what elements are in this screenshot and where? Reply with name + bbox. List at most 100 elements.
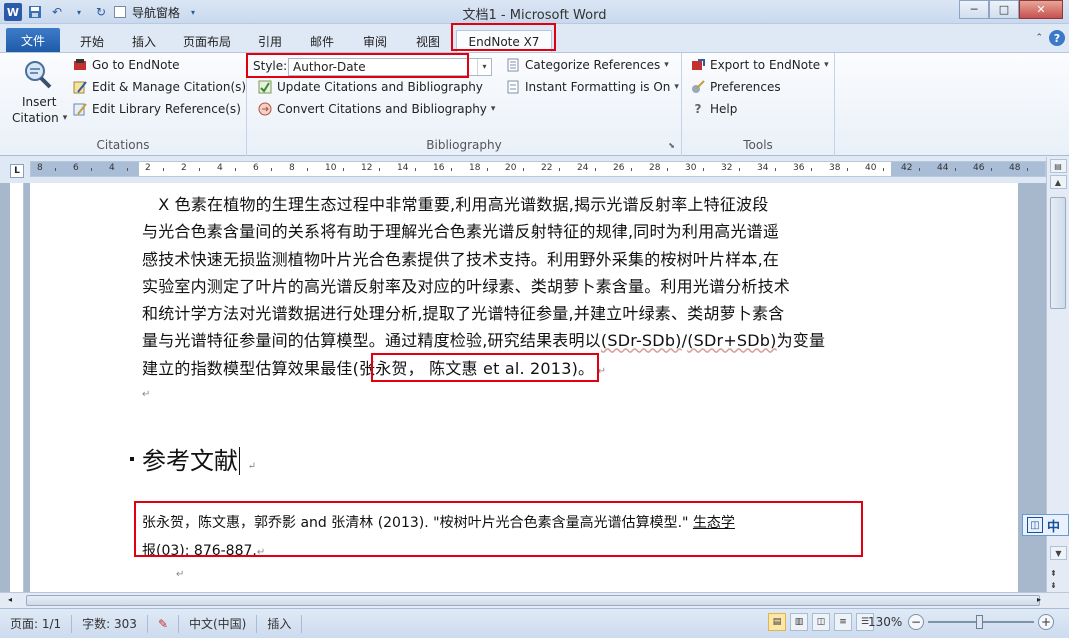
tab-insert[interactable]: 插入 [122, 30, 166, 52]
reference-journal: 报 [142, 543, 156, 559]
language-text: 中文(中国) [189, 617, 247, 631]
print-layout-icon[interactable]: ▤ [768, 613, 786, 631]
vertical-scroll-thumb[interactable] [1050, 197, 1066, 309]
heading-text: 参考文献 [142, 447, 238, 475]
scroll-left-icon[interactable]: ◂ [8, 595, 12, 604]
language-indicator[interactable]: 中文(中国) [179, 614, 258, 633]
convert-icon [257, 101, 273, 117]
ruler-tick [307, 168, 308, 171]
instant-formatting-button[interactable]: Instant Formatting is On ▾ [505, 79, 679, 95]
word-count-text: 字数: 303 [82, 617, 137, 631]
style-label: Style: [253, 59, 287, 73]
outline-icon[interactable]: ≡ [834, 613, 852, 631]
minimize-ribbon-icon[interactable]: ⌃ [1035, 33, 1043, 43]
update-citations-label: Update Citations and Bibliography [277, 80, 483, 94]
ruler-tick [127, 168, 128, 171]
ruler-number: 12 [361, 163, 373, 173]
ruler-tick [415, 168, 416, 171]
para-text: 为变量 [776, 331, 826, 351]
ruler-number: 4 [109, 163, 115, 173]
zoom-in-icon[interactable]: + [1038, 614, 1054, 630]
ruler-toggle-icon[interactable]: ▤ [1049, 159, 1067, 173]
preferences-button[interactable]: Preferences [690, 79, 781, 95]
references-heading[interactable]: 参考文献 ↵ [142, 441, 256, 476]
edit-library-icon [72, 101, 88, 117]
insert-citation-button[interactable]: Insert [22, 95, 56, 109]
ime-indicator[interactable]: ◫ 中 [1022, 514, 1069, 536]
export-to-endnote-button[interactable]: Export to EndNote ▾ [690, 57, 829, 73]
web-layout-icon[interactable]: ◫ [812, 613, 830, 631]
ruler-number: 42 [901, 163, 913, 173]
in-text-citation[interactable]: (张永贺， 陈文惠 et al. 2013) [353, 359, 578, 378]
edit-manage-citations-button[interactable]: Edit & Manage Citation(s) [72, 79, 246, 95]
tab-references[interactable]: 引用 [248, 30, 292, 52]
horizontal-scroll-thumb[interactable] [26, 595, 1040, 606]
scroll-down-icon[interactable]: ▼ [1050, 546, 1067, 560]
close-button[interactable]: ✕ [1019, 0, 1063, 19]
horizontal-ruler[interactable]: 8 6 4 2 2 4 6 8 10 12 14 16 18 20 22 24 26 28 30 32 34 36 38 40… [30, 161, 1046, 177]
ruler-number: 6 [253, 163, 259, 173]
ruler-right-margin [891, 162, 1045, 176]
body-paragraph[interactable]: X 色素在植物的生理生态过程中非常重要,利用高光谱数据,揭示光谱反射率上特征波段… [142, 191, 862, 385]
go-to-endnote-button[interactable]: Go to EndNote [72, 57, 180, 73]
insert-citation-icon[interactable] [22, 59, 54, 91]
tab-file[interactable]: 文件 [6, 28, 60, 52]
vertical-ruler [10, 183, 24, 592]
insert-mode[interactable]: 插入 [257, 614, 303, 633]
zoom-slider-thumb[interactable] [976, 615, 983, 629]
convert-citations-button[interactable]: Convert Citations and Bibliography ▾ [257, 101, 495, 117]
ruler-number: 16 [433, 163, 445, 173]
tab-view[interactable]: 视图 [406, 30, 450, 52]
edit-library-reference-button[interactable]: Edit Library Reference(s) [72, 101, 241, 117]
document-page[interactable]: X 色素在植物的生理生态过程中非常重要,利用高光谱数据,揭示光谱反射率上特征波段… [30, 183, 1018, 592]
minimize-button[interactable]: ─ [959, 0, 989, 19]
scroll-up-icon[interactable]: ▲ [1049, 175, 1067, 189]
reference-entry[interactable]: 张永贺，陈文惠，郭乔影 and 张清林 (2013). "桉树叶片光合色素含量高… [142, 509, 862, 567]
tab-mailings[interactable]: 邮件 [300, 30, 344, 52]
style-select[interactable]: Author-Date ▾ [288, 58, 492, 76]
horizontal-scrollbar[interactable]: ◂ ▸ [0, 592, 1069, 608]
ruler-number: 32 [721, 163, 733, 173]
reference-text: 张永贺，陈文惠，郭乔影 and 张清林 (2013). "桉树叶片光合色素含量高… [142, 515, 693, 531]
full-screen-reading-icon[interactable]: ▥ [790, 613, 808, 631]
tools-group: Export to EndNote ▾ Preferences ? Help T… [682, 53, 835, 156]
ruler-number: 24 [577, 163, 589, 173]
insert-citation-button-label[interactable]: Citation ▾ [12, 111, 67, 125]
zoom-level[interactable]: 130% [868, 615, 902, 629]
zoom-out-icon[interactable]: − [908, 614, 924, 630]
ruler-tick [55, 168, 56, 171]
window-title: 文档1 - Microsoft Word [462, 8, 607, 23]
word-count[interactable]: 字数: 303 [72, 614, 148, 633]
ruler-tick [343, 168, 344, 171]
categorize-references-button[interactable]: Categorize References ▾ [505, 57, 669, 73]
categorize-icon [505, 57, 521, 73]
ruler-number: 30 [685, 163, 697, 173]
go-to-endnote-label: Go to EndNote [92, 58, 180, 72]
tab-page-layout[interactable]: 页面布局 [176, 30, 238, 52]
tab-review[interactable]: 审阅 [353, 30, 397, 52]
export-to-endnote-label: Export to EndNote [710, 58, 821, 72]
update-citations-button[interactable]: Update Citations and Bibliography [257, 79, 483, 95]
tab-home[interactable]: 开始 [70, 30, 114, 52]
ruler-tick [955, 168, 956, 171]
ruler-number: 4 [217, 163, 223, 173]
para-text: 量与光谱特征参量间的估算模型。通过精度检验,研究结果表明以 [142, 331, 601, 351]
page-indicator[interactable]: 页面: 1/1 [0, 614, 73, 633]
previous-page-icon[interactable]: ⇞ [1050, 569, 1057, 578]
ruler-number: 8 [37, 163, 43, 173]
para-line: 量与光谱特征参量间的估算模型。通过精度检验,研究结果表明以(SDr-SDb)/(… [142, 327, 862, 354]
help-icon[interactable]: ? [1049, 30, 1065, 46]
proofing-status[interactable]: ✎ [148, 614, 179, 633]
chevron-down-icon[interactable]: ▾ [477, 59, 491, 75]
paragraph-mark-icon: ↵ [594, 365, 607, 377]
next-page-icon[interactable]: ⇟ [1050, 581, 1057, 590]
scroll-right-icon[interactable]: ▸ [1037, 595, 1041, 604]
help-button[interactable]: ? Help [690, 101, 738, 117]
tab-endnote[interactable]: EndNote X7 [456, 30, 552, 52]
preferences-label: Preferences [710, 80, 781, 94]
maximize-button[interactable]: □ [989, 0, 1019, 19]
ruler-left-margin [31, 162, 139, 176]
instant-formatting-label: Instant Formatting is On [525, 80, 671, 94]
tab-selector-button[interactable]: L [10, 164, 24, 178]
ruler-number: 36 [793, 163, 805, 173]
